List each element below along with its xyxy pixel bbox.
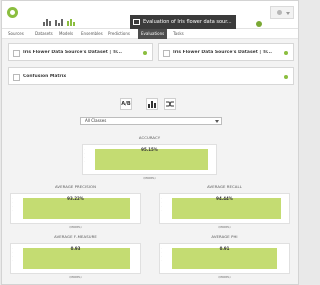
bar-chart-icon[interactable] [67, 18, 75, 26]
shuffle-icon [166, 101, 174, 107]
bar-chart-icon[interactable] [55, 18, 63, 26]
phi-metric: AVERAGE PHI · · · · 0.91 (MODEL) [159, 234, 290, 280]
fmeasure-foot: (MODEL) [69, 275, 82, 279]
accuracy-value: 95.15% [141, 147, 158, 152]
evaluation-tools: A/B [2, 98, 298, 112]
precision-chart: · · · · 93.22% [10, 193, 141, 224]
fmeasure-label: AVERAGE F-MEASURE [54, 234, 97, 239]
precision-label: AVERAGE PRECISION [54, 184, 97, 189]
dataset-card-right[interactable]: Iris Flower Data Source's Dataset | Tr..… [158, 43, 294, 61]
nav-item-tasks[interactable]: Tasks [173, 31, 184, 39]
dataset-card-title: Iris Flower Data Source's Dataset | Tr..… [23, 50, 122, 55]
info-icon[interactable] [143, 51, 147, 55]
accuracy-foot: (MODEL) [143, 176, 156, 180]
accuracy-bar [95, 149, 208, 170]
accuracy-metric: ACCURACY · · · · 95.15% (MODEL) [82, 135, 217, 181]
chevron-down-icon [215, 120, 219, 123]
accuracy-chart: · · · · 95.15% [82, 144, 217, 175]
bar-chart-view-button[interactable] [146, 98, 158, 110]
breadcrumb: Evaluation of Iris flower data sour... [130, 15, 236, 29]
recall-metric: AVERAGE RECALL · · · · 94.44% (MODEL) [159, 184, 290, 230]
dataset-card-title: Iris Flower Data Source's Dataset | Tr..… [173, 50, 272, 55]
phi-bar [172, 248, 277, 269]
fmeasure-bar [23, 248, 130, 269]
settings-icon[interactable] [256, 21, 262, 27]
accuracy-label: ACCURACY [138, 135, 161, 140]
nav-item-predictions[interactable]: Predictions [108, 31, 130, 39]
recall-foot: (MODEL) [218, 225, 231, 229]
main-nav: Sources Datasets Models Ensembles Predic… [2, 29, 298, 39]
info-icon[interactable] [284, 75, 288, 79]
phi-foot: (MODEL) [218, 275, 231, 279]
recall-bar [172, 198, 281, 219]
class-select-value: All Classes [85, 118, 107, 123]
nav-item-models[interactable]: Models [59, 31, 73, 39]
ab-compare-button[interactable]: A/B [120, 98, 132, 110]
toolbar: Evaluation of Iris flower data sour... [2, 15, 298, 29]
top-header: Evaluation of Iris flower data sour... [2, 1, 298, 29]
fmeasure-metric: AVERAGE F-MEASURE · · · · 0.93 (MODEL) [10, 234, 141, 280]
shuffle-button[interactable] [164, 98, 176, 110]
phi-chart: · · · · 0.91 [159, 243, 290, 274]
recall-value: 94.44% [216, 196, 233, 201]
app-window: Evaluation of Iris flower data sour... S… [1, 0, 299, 285]
dataset-icon [163, 50, 170, 57]
phi-value: 0.91 [219, 246, 230, 251]
confusion-matrix-card[interactable]: Confusion Matrix [8, 67, 294, 85]
dataset-icon [13, 50, 20, 57]
bar-chart-icon [148, 101, 156, 108]
fmeasure-value: 0.93 [70, 246, 81, 251]
matrix-icon [13, 74, 20, 81]
nav-item-sources[interactable]: Sources [8, 31, 24, 39]
class-select[interactable]: All Classes [80, 117, 222, 125]
user-menu-button[interactable] [270, 6, 294, 19]
nav-item-evaluations[interactable]: Evaluations [138, 29, 168, 39]
evaluation-icon [133, 19, 140, 25]
precision-value: 93.22% [67, 196, 84, 201]
info-icon[interactable] [284, 51, 288, 55]
bar-chart-icon[interactable] [43, 18, 51, 26]
phi-label: AVERAGE PHI [211, 234, 238, 239]
breadcrumb-title: Evaluation of Iris flower data sour... [143, 19, 232, 25]
nav-item-datasets[interactable]: Datasets [35, 31, 53, 39]
recall-label: AVERAGE RECALL [207, 184, 242, 189]
dataset-card-left[interactable]: Iris Flower Data Source's Dataset | Tr..… [8, 43, 153, 61]
precision-foot: (MODEL) [69, 225, 82, 229]
precision-metric: AVERAGE PRECISION · · · · 93.22% (MODEL) [10, 184, 141, 230]
precision-bar [23, 198, 130, 219]
confusion-matrix-title: Confusion Matrix [23, 74, 67, 79]
fmeasure-chart: · · · · 0.93 [10, 243, 141, 274]
nav-item-ensembles[interactable]: Ensembles [81, 31, 103, 39]
recall-chart: · · · · 94.44% [159, 193, 290, 224]
